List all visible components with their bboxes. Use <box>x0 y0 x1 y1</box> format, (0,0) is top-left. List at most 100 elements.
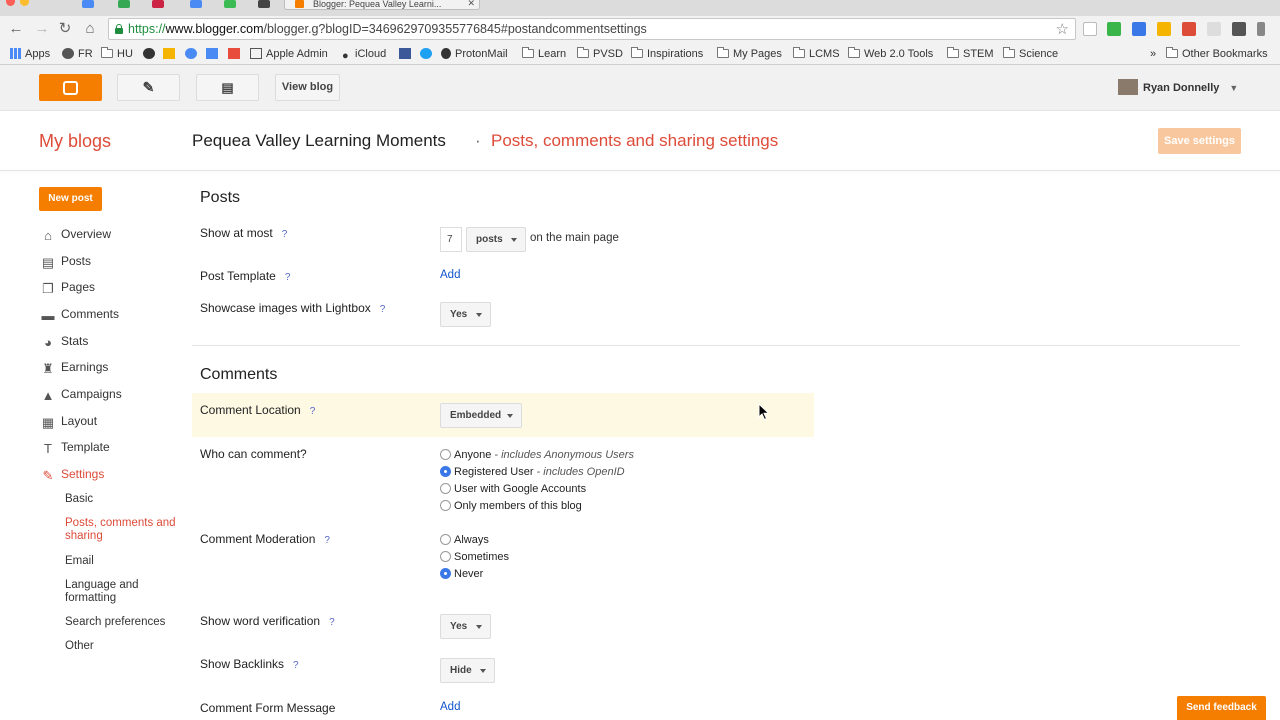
sidebar-item-layout[interactable]: ▦ Layout <box>40 412 97 430</box>
bookmark-science[interactable]: Science <box>1003 47 1058 61</box>
posts-unit-dropdown[interactable]: posts <box>466 227 526 252</box>
bookmark-protonmail[interactable]: ProtonMail <box>441 47 508 61</box>
radio-button[interactable] <box>440 449 451 460</box>
address-bar[interactable]: https://www.blogger.com/blogger.g?blogID… <box>108 18 1076 40</box>
bookmark-fr[interactable]: FR <box>62 47 93 61</box>
more-bookmarks-icon[interactable]: » <box>1150 47 1156 61</box>
moderation-option-never[interactable]: Never <box>440 567 483 581</box>
blogger-logo-button[interactable] <box>39 74 102 101</box>
bookmark-apple-admin[interactable]: Apple Admin <box>250 47 328 61</box>
posts-count-input[interactable]: 7 <box>440 227 462 252</box>
help-icon[interactable]: ? <box>310 406 316 417</box>
sidebar-item-posts[interactable]: ▤ Posts <box>40 252 91 270</box>
tab-icon[interactable] <box>118 0 130 8</box>
sidebar-item-settings[interactable]: ✎ Settings <box>40 465 105 483</box>
sidebar-item-stats[interactable]: ◕ Stats <box>40 332 88 350</box>
bookmark-apps[interactable]: Apps <box>10 47 50 61</box>
comment-form-message-add-link[interactable]: Add <box>440 701 460 713</box>
back-icon[interactable]: ← <box>6 19 26 39</box>
tab-icon[interactable] <box>258 0 270 8</box>
moderation-option-always[interactable]: Always <box>440 533 489 547</box>
help-icon[interactable]: ? <box>282 229 288 240</box>
sidebar-item-campaigns[interactable]: ▲ Campaigns <box>40 385 122 403</box>
account-menu[interactable]: Ryan Donnelly ▼ <box>1118 79 1238 95</box>
bookmark-site[interactable] <box>185 47 201 61</box>
bookmark-star-icon[interactable]: ☆ <box>1056 20 1069 38</box>
view-blog-button[interactable]: View blog <box>275 74 340 101</box>
tab-icon[interactable] <box>82 0 94 8</box>
settings-sub-basic[interactable]: Basic <box>65 493 185 506</box>
moderation-option-sometimes[interactable]: Sometimes <box>440 550 509 564</box>
sidebar-item-earnings[interactable]: ♜ Earnings <box>40 358 108 376</box>
gmail-extension-icon[interactable] <box>1182 22 1196 36</box>
sidebar-item-template[interactable]: T Template <box>40 438 110 456</box>
who-option-google[interactable]: User with Google Accounts <box>440 482 586 496</box>
close-window-icon[interactable] <box>6 0 15 6</box>
radio-button[interactable] <box>440 500 451 511</box>
bookmark-drive[interactable] <box>163 47 179 61</box>
active-tab[interactable]: Blogger: Pequea Valley Learni... ✕ <box>284 0 480 10</box>
sidebar-item-pages[interactable]: ❐ Pages <box>40 278 95 296</box>
bookmark-inspirations[interactable]: Inspirations <box>631 47 703 61</box>
sidebar-item-comments[interactable]: ▬ Comments <box>40 305 120 323</box>
new-post-pencil-button[interactable]: ✎ <box>117 74 180 101</box>
sidebar-item-overview[interactable]: ⌂ Overview <box>40 225 111 243</box>
backlinks-dropdown[interactable]: Hide <box>440 658 495 683</box>
bookmark-site[interactable] <box>143 47 159 61</box>
url-text[interactable]: https://www.blogger.com/blogger.g?blogID… <box>128 22 647 36</box>
who-option-members[interactable]: Only members of this blog <box>440 499 582 513</box>
lightbox-dropdown[interactable]: Yes <box>440 302 491 327</box>
radio-button[interactable] <box>440 551 451 562</box>
extension-icon[interactable] <box>1132 22 1146 36</box>
tab-icon[interactable] <box>190 0 202 8</box>
drive-extension-icon[interactable] <box>1157 22 1171 36</box>
settings-sub-posts-comments-sharing[interactable]: Posts, comments and sharing <box>65 517 185 543</box>
settings-sub-email[interactable]: Email <box>65 555 185 568</box>
bookmark-my-pages[interactable]: My Pages <box>717 47 782 61</box>
bookmark-hu[interactable]: HU <box>101 47 133 61</box>
settings-sub-search[interactable]: Search preferences <box>65 616 185 629</box>
forward-icon[interactable]: → <box>32 19 52 39</box>
save-settings-button[interactable]: Save settings <box>1158 128 1241 154</box>
menu-icon[interactable] <box>1257 22 1265 36</box>
help-icon[interactable]: ? <box>380 304 386 315</box>
comment-location-dropdown[interactable]: Embedded <box>440 403 522 428</box>
bookmark-twitter[interactable] <box>420 47 436 61</box>
bookmark-site[interactable] <box>228 47 244 61</box>
bookmark-other[interactable]: Other Bookmarks <box>1166 47 1268 61</box>
bookmark-site[interactable] <box>206 47 222 61</box>
help-icon[interactable]: ? <box>329 617 335 628</box>
radio-button-selected[interactable] <box>440 466 451 477</box>
bookmark-web-tools[interactable]: Web 2.0 Tools <box>848 47 933 61</box>
posts-list-button[interactable]: ▤ <box>196 74 259 101</box>
post-template-add-link[interactable]: Add <box>440 269 460 281</box>
close-tab-icon[interactable]: ✕ <box>467 0 475 8</box>
tab-icon[interactable] <box>224 0 236 8</box>
my-blogs-link[interactable]: My blogs <box>39 131 111 152</box>
extension-icon[interactable] <box>1232 22 1246 36</box>
word-verification-dropdown[interactable]: Yes <box>440 614 491 639</box>
radio-button[interactable] <box>440 534 451 545</box>
bookmark-pvsd[interactable]: PVSD <box>577 47 623 61</box>
bookmark-learn[interactable]: Learn <box>522 47 566 61</box>
who-option-anyone[interactable]: Anyone - includes Anonymous Users <box>440 448 634 462</box>
reload-icon[interactable]: ↻ <box>55 19 75 39</box>
settings-sub-other[interactable]: Other <box>65 640 185 653</box>
extension-icon[interactable] <box>1107 22 1121 36</box>
home-browser-icon[interactable]: ⌂ <box>80 19 100 39</box>
bookmark-lcms[interactable]: LCMS <box>793 47 840 61</box>
bookmark-facebook[interactable] <box>399 47 415 61</box>
blog-title[interactable]: Pequea Valley Learning Moments <box>192 131 446 151</box>
help-icon[interactable]: ? <box>285 272 291 283</box>
minimize-window-icon[interactable] <box>20 0 29 6</box>
help-icon[interactable]: ? <box>324 535 330 546</box>
extension-icon[interactable] <box>1207 22 1221 36</box>
radio-button-selected[interactable] <box>440 568 451 579</box>
bookmark-stem[interactable]: STEM <box>947 47 994 61</box>
new-post-button[interactable]: New post <box>39 187 102 211</box>
radio-button[interactable] <box>440 483 451 494</box>
tab-icon[interactable] <box>152 0 164 8</box>
settings-sub-language[interactable]: Language and formatting <box>65 579 185 605</box>
help-icon[interactable]: ? <box>293 660 299 671</box>
send-feedback-button[interactable]: Send feedback <box>1177 696 1266 720</box>
